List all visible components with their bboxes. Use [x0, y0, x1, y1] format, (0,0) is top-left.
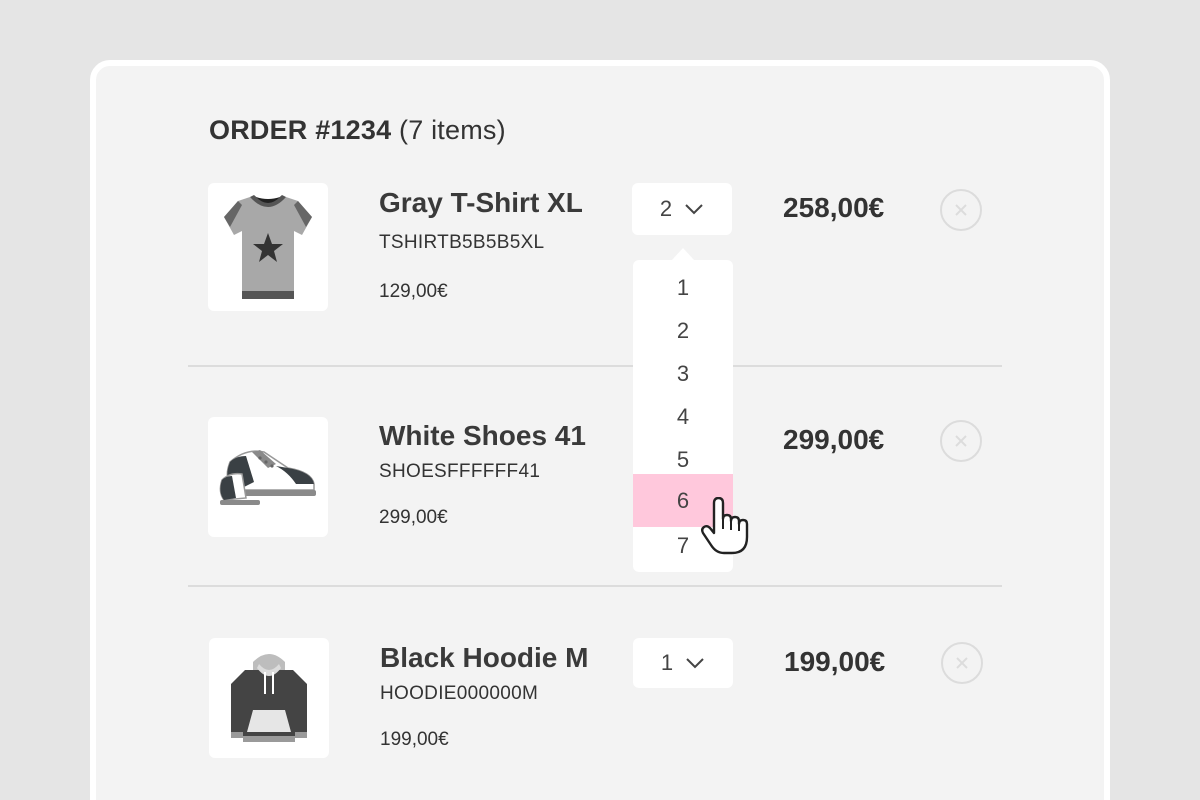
hand-pointer-cursor-icon	[701, 497, 749, 555]
remove-item-button[interactable]	[941, 642, 983, 684]
product-thumbnail[interactable]	[208, 183, 328, 311]
product-sku: TSHIRTB5B5B5XL	[379, 232, 545, 253]
quantity-value: 1	[660, 650, 674, 675]
product-name: Gray T-Shirt XL	[379, 187, 583, 218]
row-divider	[188, 585, 1002, 587]
quantity-option[interactable]: 3	[633, 352, 733, 395]
line-total: 299,00€	[783, 424, 885, 455]
quantity-select[interactable]: 2	[632, 183, 732, 235]
remove-item-button[interactable]	[940, 420, 982, 462]
row-divider	[188, 365, 1002, 367]
line-total: 199,00€	[784, 646, 886, 677]
shoes-icon	[219, 450, 316, 505]
product-thumbnail[interactable]	[209, 638, 329, 758]
close-icon	[956, 657, 968, 669]
hoodie-icon	[231, 654, 307, 742]
product-sku: SHOESFFFFFF41	[379, 461, 541, 482]
product-sku: HOODIE000000M	[380, 683, 539, 704]
quantity-option[interactable]: 2	[633, 309, 733, 352]
quantity-select[interactable]: 1	[633, 638, 733, 688]
chevron-down-icon	[686, 658, 704, 669]
product-unit-price: 129,00€	[379, 281, 448, 302]
product-unit-price: 199,00€	[380, 729, 449, 750]
quantity-value: 2	[659, 196, 673, 221]
tshirt-icon	[224, 195, 312, 299]
chevron-down-icon	[685, 204, 703, 215]
close-icon	[955, 204, 967, 216]
order-item-count: (7 items)	[399, 115, 506, 145]
product-unit-price: 299,00€	[379, 507, 448, 528]
quantity-option[interactable]: 4	[633, 395, 733, 438]
remove-item-button[interactable]	[940, 189, 982, 231]
product-thumbnail[interactable]	[208, 417, 328, 537]
product-name: White Shoes 41	[379, 420, 586, 451]
product-name: Black Hoodie M	[380, 642, 589, 673]
quantity-option[interactable]: 1	[633, 266, 733, 309]
order-title: ORDER #1234 (7 items)	[209, 115, 506, 146]
line-total: 258,00€	[783, 192, 885, 223]
close-icon	[955, 435, 967, 447]
order-number: ORDER #1234	[209, 115, 392, 145]
dropdown-caret	[671, 248, 695, 261]
